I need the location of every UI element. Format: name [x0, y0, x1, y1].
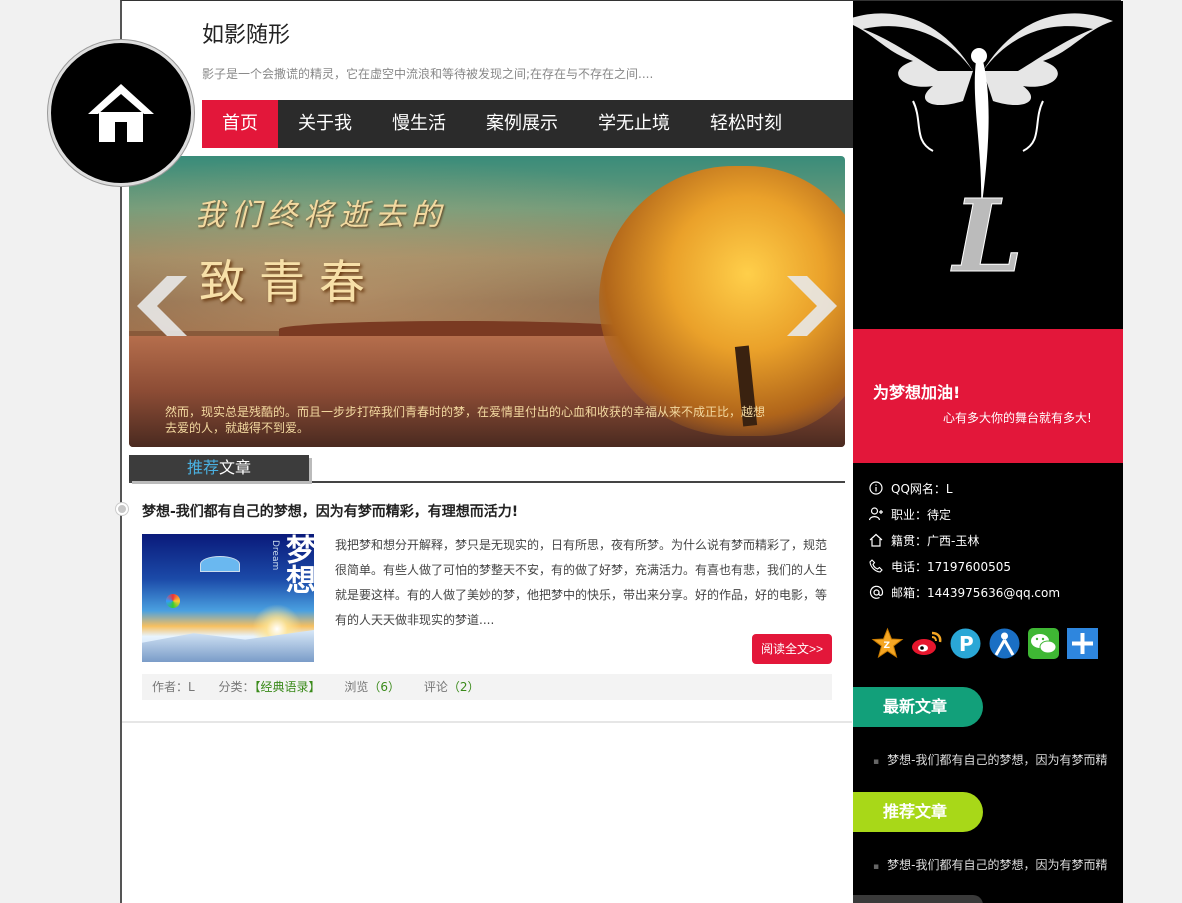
banner-prev-arrow-icon[interactable]	[137, 276, 193, 336]
weibo-icon[interactable]	[910, 627, 943, 660]
svg-text:L: L	[950, 177, 1023, 295]
meta-category-label: 分类：	[218, 680, 255, 694]
info-icon	[869, 480, 891, 496]
user-icon	[869, 506, 891, 522]
section-heading-highlight: 推荐	[186, 458, 219, 477]
renren-icon[interactable]	[988, 627, 1021, 660]
profile-info-list: QQ网名：L 职业：待定 籍贯：广西-玉林 电话：17197600505 邮箱：…	[869, 475, 1060, 605]
info-row-qq: QQ网名：L	[869, 475, 1060, 501]
parachute-shape	[200, 556, 240, 572]
meta-category-link[interactable]: 【经典语录】	[255, 680, 321, 694]
latest-articles-heading: 最新文章	[853, 687, 983, 727]
recommended-articles-heading: 推荐文章	[853, 792, 983, 832]
svg-text:Z: Z	[884, 641, 891, 651]
meta-comments-label: 评论	[423, 680, 448, 694]
qzone-icon[interactable]: Z	[871, 627, 904, 660]
svg-text:P: P	[959, 632, 974, 656]
meta-author-label: 作者：	[152, 680, 189, 694]
thumbnail-text-en: Dream	[270, 540, 280, 571]
content-divider	[122, 721, 852, 723]
article-thumbnail[interactable]: Dream 梦想	[142, 534, 314, 662]
balloon-shape	[166, 594, 180, 608]
recommended-section-tab: 推荐文章	[129, 455, 309, 481]
banner-title-line1: 我们终将逝去的	[195, 198, 447, 233]
article-meta: 作者：L 分类：【经典语录】 浏览（6） 评论（2）	[142, 674, 832, 700]
info-qq-text: QQ网名：L	[891, 481, 953, 496]
thumbnail-text-cn: 梦想	[280, 534, 314, 594]
page-wrapper: 如影随形 影子是一个会撒谎的精灵，它在虚空中流浪和等待被发现之间;在存在与不存在…	[116, 0, 1123, 903]
recommended-article-link[interactable]: 梦想-我们都有自己的梦想，因为有梦而精	[873, 856, 1107, 873]
slogan-banner: 为梦想加油! 心有多大你的舞台就有多大!	[853, 329, 1123, 463]
latest-article-link[interactable]: 梦想-我们都有自己的梦想，因为有梦而精	[873, 751, 1107, 768]
info-email-text: 邮箱：1443975636@qq.com	[891, 585, 1061, 600]
home-icon	[869, 532, 891, 548]
next-section-heading	[853, 895, 983, 903]
meta-author: L	[188, 680, 195, 694]
nav-item-slow-life[interactable]: 慢生活	[372, 100, 466, 148]
meta-comments: （2）	[447, 680, 480, 694]
info-phone-text: 电话：17197600505	[891, 559, 1011, 574]
article-title[interactable]: 梦想-我们都有自己的梦想，因为有梦而精彩，有理想而活力!	[142, 501, 518, 521]
sidebar-fairy-artwork: L	[853, 1, 1123, 329]
banner-slider: 我们终将逝去的 致青春 然而，现实总是残酷的。而且一步步打碎我们青春时的梦，在爱…	[129, 156, 845, 447]
phone-icon	[869, 558, 891, 574]
at-icon	[869, 584, 891, 600]
nav-item-cases[interactable]: 案例展示	[466, 100, 578, 148]
info-row-job: 职业：待定	[869, 501, 1060, 527]
banner-caption: 然而，现实总是残酷的。而且一步步打碎我们青春时的梦，在爱情里付出的心血和收获的幸…	[165, 405, 766, 435]
nav-item-home[interactable]: 首页	[202, 100, 278, 148]
mountain-shape	[142, 630, 314, 662]
site-description: 影子是一个会撒谎的精灵，它在虚空中流浪和等待被发现之间;在存在与不存在之间...…	[202, 67, 654, 81]
nav-item-learning[interactable]: 学无止境	[578, 100, 690, 148]
slogan-title: 为梦想加油!	[873, 383, 961, 402]
home-button[interactable]	[48, 40, 194, 186]
main-nav: 首页 关于我 慢生活 案例展示 学无止境 轻松时刻	[202, 100, 854, 148]
banner-next-arrow-icon[interactable]	[781, 276, 837, 336]
pengyou-icon[interactable]: P	[949, 627, 982, 660]
read-more-button[interactable]: 阅读全文>>	[752, 634, 832, 664]
recommended-section-header: 推荐文章	[129, 455, 845, 483]
info-row-phone: 电话：17197600505	[869, 553, 1060, 579]
info-hometown-text: 籍贯：广西-玉林	[891, 533, 980, 548]
info-row-email: 邮箱：1443975636@qq.com	[869, 579, 1060, 605]
meta-views: （6）	[368, 680, 401, 694]
slogan-subtitle: 心有多大你的舞台就有多大!	[943, 411, 1092, 425]
timeline-dot	[116, 503, 128, 515]
nav-item-relax[interactable]: 轻松时刻	[690, 100, 802, 148]
info-row-hometown: 籍贯：广西-玉林	[869, 527, 1060, 553]
share-plus-icon[interactable]	[1066, 627, 1099, 660]
wechat-icon[interactable]	[1027, 627, 1060, 660]
house-icon	[88, 84, 154, 142]
article-excerpt: 我把梦和想分开解释，梦只是无现实的，日有所思，夜有所梦。为什么说有梦而精彩了，规…	[335, 538, 828, 627]
meta-views-label: 浏览	[344, 680, 369, 694]
social-links: Z P	[871, 627, 1099, 660]
right-sidebar: L 为梦想加油! 心有多大你的舞台就有多大! QQ网名：L 职业：待定 籍贯：广…	[853, 1, 1123, 903]
section-heading-rest: 文章	[219, 458, 252, 477]
info-job-text: 职业：待定	[891, 507, 952, 522]
nav-item-about[interactable]: 关于我	[278, 100, 372, 148]
site-title[interactable]: 如影随形	[202, 17, 290, 49]
banner-title-line2: 致青春	[199, 255, 379, 309]
